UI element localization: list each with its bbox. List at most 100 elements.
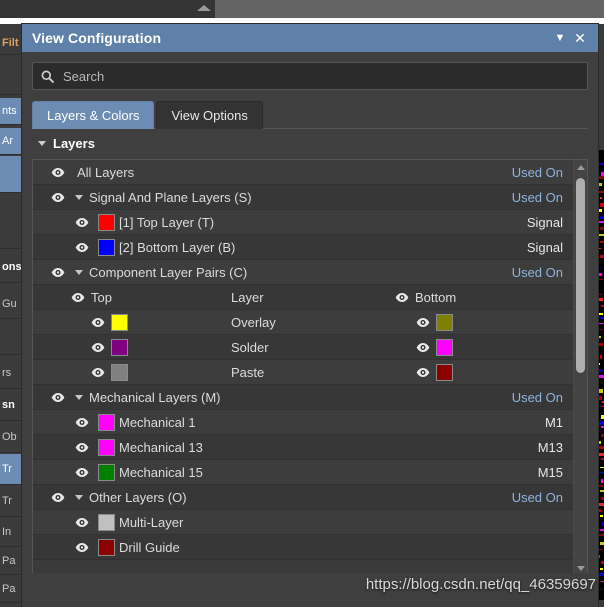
close-icon[interactable]: ✕ (570, 28, 590, 48)
pcb-trace (599, 329, 603, 330)
background-panel-row: Gu (0, 290, 22, 318)
layer-row[interactable]: Drill Guide (33, 535, 573, 560)
layer-visibility-eye-icon[interactable] (47, 267, 69, 278)
layer-visibility-eye-icon[interactable] (47, 392, 69, 403)
pcb-trace (600, 490, 604, 493)
triangle-down-icon[interactable] (75, 495, 83, 500)
pcb-trace (600, 197, 601, 199)
layer-visibility-eye-icon[interactable] (47, 167, 69, 178)
chevron-down-icon[interactable]: ▼ (550, 28, 570, 48)
layer-visibility-eye-icon[interactable] (71, 417, 93, 428)
pair-bottom-eye-icon[interactable] (416, 360, 430, 384)
eye-icon (91, 367, 105, 378)
layer-row[interactable]: Signal And Plane Layers (S) Used On (33, 185, 573, 210)
triangle-down-icon[interactable] (38, 141, 46, 146)
layer-row[interactable]: All Layers Used On (33, 160, 573, 185)
tab-layers-and-colors[interactable]: Layers & Colors (32, 101, 154, 129)
layer-row[interactable]: Multi-Layer (33, 510, 573, 535)
triangle-down-icon[interactable] (75, 195, 83, 200)
eye-icon (395, 292, 409, 303)
background-panel-divider (0, 282, 22, 283)
layer-visibility-eye-icon[interactable] (71, 442, 93, 453)
dialog-body: Layers & Colors View Options Layers All … (22, 52, 598, 577)
pcb-trace (600, 241, 604, 242)
layer-color-swatch[interactable] (98, 539, 115, 556)
pair-top-eye-icon[interactable] (91, 360, 105, 384)
layer-color-swatch[interactable] (98, 214, 115, 231)
layer-visibility-eye-icon[interactable] (71, 242, 93, 253)
pair-top-eye-icon[interactable] (71, 285, 85, 309)
layer-row[interactable]: Component Layer Pairs (C) Used On (33, 260, 573, 285)
pair-bottom-color-swatch[interactable] (436, 314, 453, 331)
pair-top-color-swatch[interactable] (111, 314, 128, 331)
eye-icon (75, 442, 89, 453)
background-panel-divider (0, 54, 22, 55)
layer-visibility-eye-icon[interactable] (71, 517, 93, 528)
triangle-down-icon[interactable] (75, 395, 83, 400)
layer-color-swatch[interactable] (98, 514, 115, 531)
pcb-trace (600, 227, 604, 230)
eye-icon (416, 342, 430, 353)
layers-list[interactable]: All Layers Used On Signal And Plane Layers… (32, 159, 573, 577)
layer-row[interactable]: Mechanical Layers (M) Used On (33, 385, 573, 410)
pair-top-eye-icon[interactable] (91, 335, 105, 359)
pcb-trace (599, 279, 604, 280)
pcb-trace (600, 529, 604, 531)
pcb-trace (598, 549, 602, 551)
scroll-up-arrow-icon[interactable] (197, 5, 211, 11)
layer-color-swatch[interactable] (98, 414, 115, 431)
pcb-trace (601, 434, 604, 438)
layers-group-header[interactable]: Layers (32, 129, 588, 157)
layer-name-label: [1] Top Layer (T) (119, 215, 527, 230)
pair-top-color-swatch[interactable] (111, 364, 128, 381)
layer-color-swatch[interactable] (98, 439, 115, 456)
layers-list-container: All Layers Used On Signal And Plane Layers… (32, 159, 588, 577)
layer-color-swatch[interactable] (98, 239, 115, 256)
layer-row[interactable]: Mechanical 15 M15 (33, 460, 573, 485)
layer-row[interactable]: Other Layers (O) Used On (33, 485, 573, 510)
pcb-trace (597, 485, 602, 487)
triangle-down-icon[interactable] (75, 270, 83, 275)
watermark-text: https://blog.csdn.net/qq_46359697 (366, 576, 596, 593)
pair-row[interactable]: Solder (33, 335, 573, 360)
search-input[interactable] (61, 68, 579, 85)
pair-row[interactable]: Paste (33, 360, 573, 385)
scrollbar-up-button[interactable] (574, 161, 587, 174)
pair-bottom-eye-icon[interactable] (395, 285, 409, 309)
background-panel-row (0, 196, 22, 248)
layer-visibility-eye-icon[interactable] (71, 217, 93, 228)
layer-visibility-eye-icon[interactable] (47, 192, 69, 203)
tab-view-options[interactable]: View Options (156, 101, 262, 129)
pair-row[interactable]: Overlay (33, 310, 573, 335)
eye-icon (416, 367, 430, 378)
layer-row[interactable]: [1] Top Layer (T) Signal (33, 210, 573, 235)
pcb-trace (600, 515, 604, 517)
scrollbar-thumb[interactable] (576, 178, 585, 373)
layer-row[interactable]: [2] Bottom Layer (B) Signal (33, 235, 573, 260)
layer-used-on-label[interactable]: Used On (512, 190, 573, 205)
layer-used-on-label[interactable]: Used On (512, 390, 573, 405)
pcb-trace (600, 542, 604, 545)
layer-row[interactable]: Mechanical 1 M1 (33, 410, 573, 435)
background-panel-divider (0, 94, 22, 95)
background-left-panel: FiltntsAronsGurssnObTrTrInPaPaPa (0, 24, 22, 607)
search-box[interactable] (32, 62, 588, 90)
background-panel-divider (0, 574, 22, 575)
layer-visibility-eye-icon[interactable] (71, 467, 93, 478)
layer-visibility-eye-icon[interactable] (71, 542, 93, 553)
pair-top-color-swatch[interactable] (111, 339, 128, 356)
pair-bottom-color-swatch[interactable] (436, 364, 453, 381)
layer-row[interactable]: Mechanical 13 M13 (33, 435, 573, 460)
pcb-trace (599, 453, 604, 456)
layer-color-swatch[interactable] (98, 464, 115, 481)
pair-bottom-color-swatch[interactable] (436, 339, 453, 356)
pair-bottom-eye-icon[interactable] (416, 310, 430, 334)
pair-bottom-eye-icon[interactable] (416, 335, 430, 359)
layer-used-on-label[interactable]: Used On (512, 265, 573, 280)
layer-used-on-label[interactable]: Used On (512, 490, 573, 505)
layer-visibility-eye-icon[interactable] (47, 492, 69, 503)
pair-top-eye-icon[interactable] (91, 310, 105, 334)
layers-list-scrollbar[interactable] (573, 159, 588, 577)
background-panel-divider (0, 546, 22, 547)
layer-used-on-label[interactable]: Used On (512, 165, 573, 180)
